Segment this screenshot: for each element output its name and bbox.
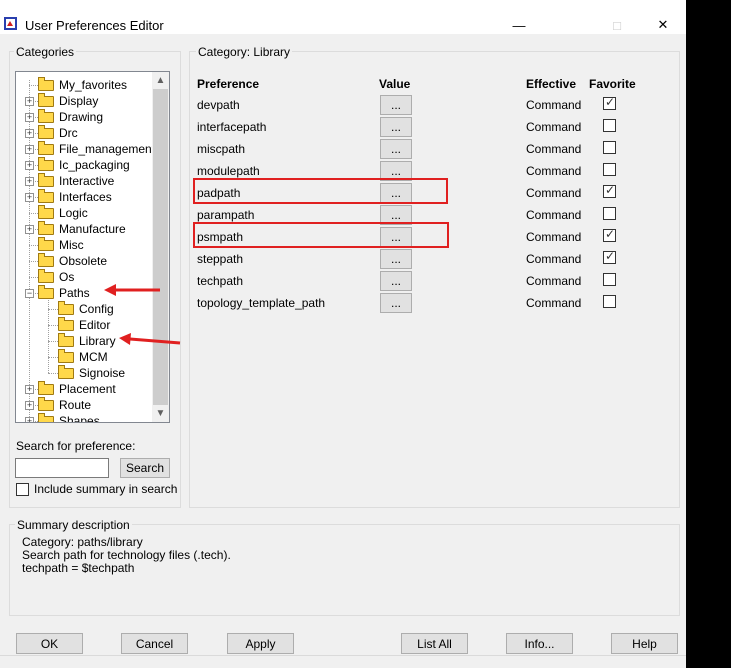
- user-preferences-window: User Preferences Editor — □ ✕ Categories…: [0, 0, 686, 668]
- library-arrow-icon: [119, 333, 181, 345]
- background-strip: [686, 0, 731, 668]
- annotation-layer: [104, 284, 181, 345]
- paths-arrow-icon: [104, 284, 160, 296]
